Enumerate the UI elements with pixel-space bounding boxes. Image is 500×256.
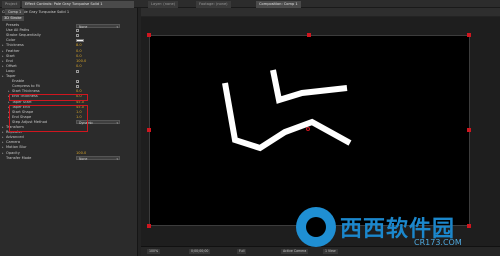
zoom-dropdown[interactable]: 100%	[147, 249, 161, 254]
composition-toolbar	[141, 8, 500, 16]
effect-row-dropdown[interactable]: None	[76, 156, 120, 161]
panel-tab-bar: Project Effect Controls: Pale Gray Turqu…	[0, 0, 500, 8]
watermark-url: CR173.COM	[414, 238, 462, 247]
watermark: 西西软件园 CR173.COM	[296, 207, 496, 249]
layer-handle-bl[interactable]	[147, 224, 151, 228]
effect-controls-panel: Comp 1 • Pale Gray Turquoise Solid 1 3D …	[0, 8, 138, 256]
resolution-dropdown[interactable]: Full	[237, 249, 247, 254]
comp-frame[interactable]	[149, 35, 470, 226]
layer-handle-tc[interactable]	[307, 33, 311, 37]
views-dropdown[interactable]: 1 View	[323, 249, 338, 254]
color-swatch[interactable]	[76, 39, 84, 43]
effect-row[interactable]: Transfer Mode None	[0, 156, 136, 161]
camera-dropdown[interactable]: Active Camera	[281, 249, 309, 254]
stroke-path-upper	[270, 69, 348, 104]
tab-effect-controls[interactable]: Effect Controls: Pale Gray Turquoise Sol…	[22, 1, 134, 8]
effect-row-checkbox[interactable]	[76, 69, 80, 73]
anchor-point-icon[interactable]	[306, 127, 310, 131]
tab-layer[interactable]: Layer: (none)	[148, 1, 179, 8]
stroke-path-shape[interactable]	[150, 36, 471, 227]
tab-project[interactable]: Project	[2, 1, 21, 8]
watermark-logo-icon	[296, 207, 336, 247]
effect-row-checkbox[interactable]	[76, 33, 80, 38]
layer-handle-tl[interactable]	[147, 33, 151, 37]
effect-row-dropdown[interactable]: None	[76, 23, 120, 29]
effect-row-checkbox[interactable]	[76, 84, 80, 89]
highlight-taper-values	[9, 105, 88, 132]
layer-handle-ml[interactable]	[147, 128, 151, 132]
effect-name[interactable]: 3D Stroke	[2, 16, 24, 21]
tab-composition[interactable]: Composition: Comp 1	[256, 1, 301, 8]
layer-handle-tr[interactable]	[467, 33, 471, 37]
timecode[interactable]: 0;00;00;00	[189, 249, 211, 254]
effect-row-checkbox[interactable]	[76, 28, 80, 33]
tab-footage[interactable]: Footage: (none)	[196, 1, 231, 8]
comp-tab[interactable]: Comp 1	[5, 9, 25, 15]
layer-handle-mr[interactable]	[467, 128, 471, 132]
effect-row-label: Transfer Mode	[6, 155, 32, 160]
effect-row-checkbox[interactable]: ✓	[76, 79, 80, 83]
highlight-enable	[9, 94, 88, 101]
